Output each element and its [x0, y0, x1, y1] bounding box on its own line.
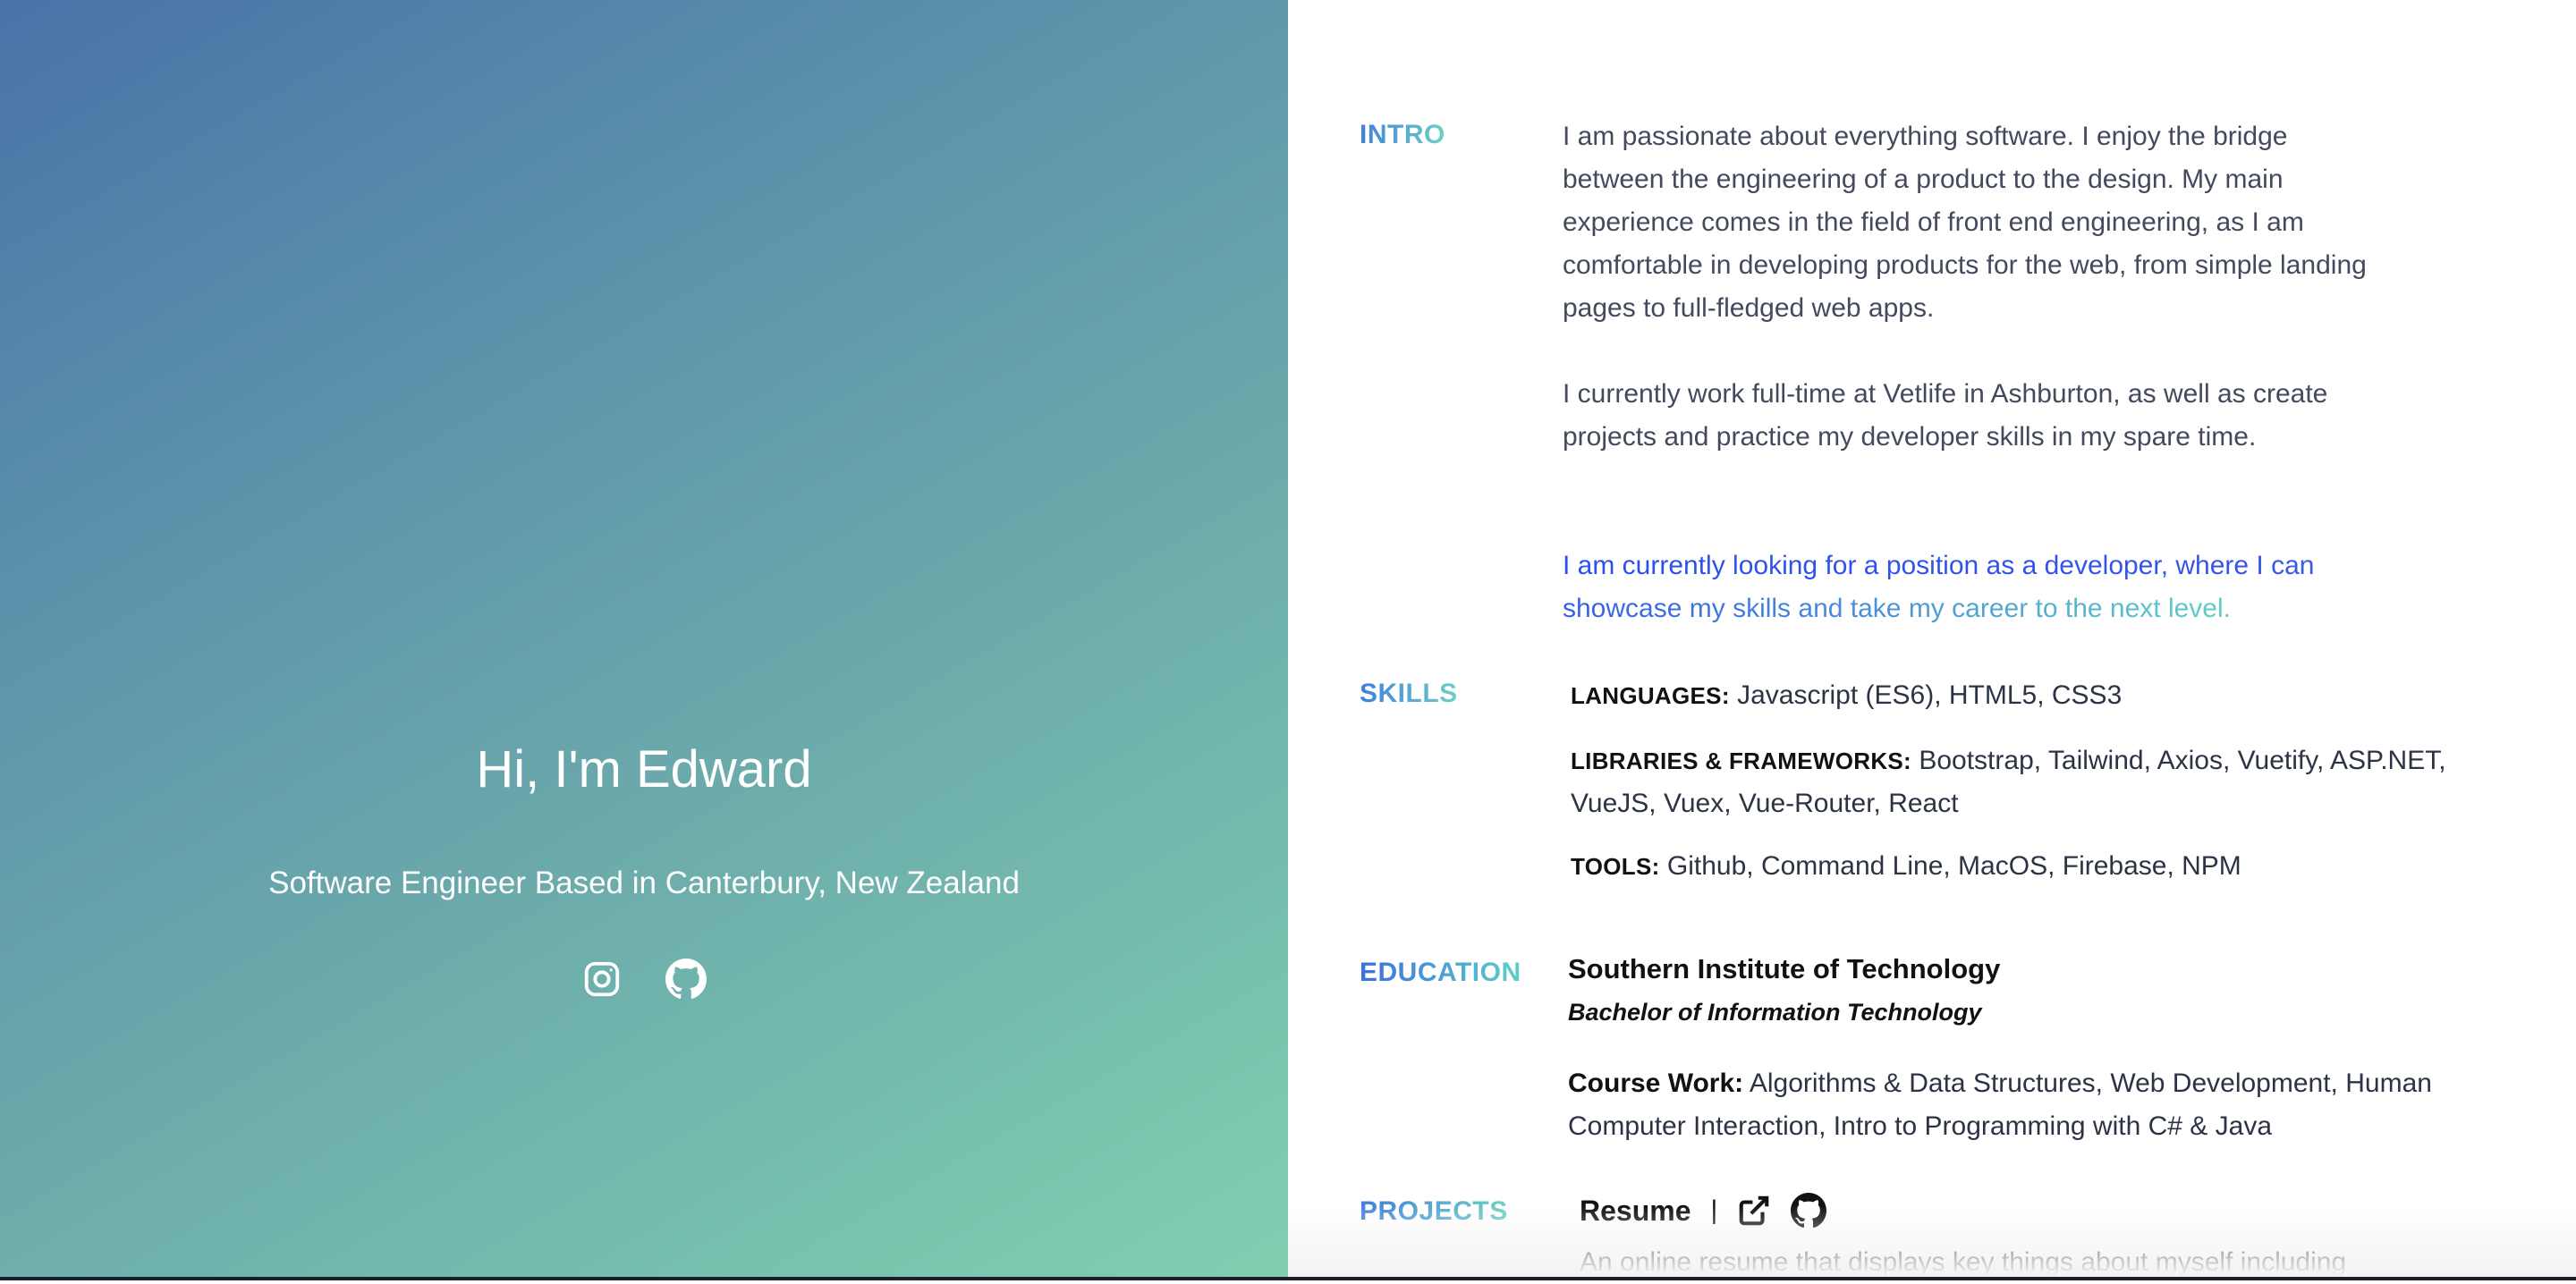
- skill-value: Github, Command Line, MacOS, Firebase, N…: [1666, 851, 2241, 881]
- skill-title: LANGUAGES:: [1571, 682, 1730, 709]
- intro-label: INTRO: [1360, 120, 1445, 149]
- skill-title: TOOLS:: [1571, 853, 1660, 880]
- skill-row: TOOLS: Github, Command Line, MacOS, Fire…: [1571, 845, 2537, 888]
- school-name: Southern Institute of Technology: [1568, 953, 2001, 984]
- social-links: [0, 959, 1288, 1000]
- intro-paragraph: I am passionate about everything softwar…: [1563, 122, 2367, 323]
- project-github-link[interactable]: [1791, 1193, 1827, 1229]
- external-link-icon: [1739, 1195, 1769, 1226]
- github-icon: [1791, 1193, 1827, 1229]
- education-label: EDUCATION: [1360, 958, 1521, 987]
- project-live-link[interactable]: [1737, 1194, 1771, 1228]
- degree: Bachelor of Information Technology: [1568, 999, 1982, 1026]
- projects-label: PROJECTS: [1360, 1196, 1508, 1226]
- skill-value: Javascript (ES6), HTML5, CSS3: [1737, 680, 2123, 710]
- skill-title: LIBRARIES & FRAMEWORKS:: [1571, 748, 1911, 774]
- instagram-link[interactable]: [581, 959, 623, 1000]
- github-link[interactable]: [665, 959, 707, 1000]
- coursework-title: Course Work:: [1568, 1069, 1744, 1098]
- project-name: Resume: [1580, 1194, 1691, 1227]
- skill-row: LANGUAGES: Javascript (ES6), HTML5, CSS3: [1571, 674, 2537, 717]
- coursework: Course Work: Algorithms & Data Structure…: [1568, 1062, 2543, 1148]
- hero-subtitle: Software Engineer Based in Canterbury, N…: [268, 866, 1020, 900]
- separator: |: [1710, 1195, 1718, 1225]
- intro-callout: I am currently looking for a position as…: [1563, 551, 2315, 623]
- project-header: Resume |: [1580, 1193, 1827, 1229]
- skills-label: SKILLS: [1360, 679, 1458, 708]
- skill-row: LIBRARIES & FRAMEWORKS: Bootstrap, Tailw…: [1571, 739, 2537, 825]
- intro-paragraph: I currently work full-time at Vetlife in…: [1563, 379, 2328, 452]
- github-icon: [665, 959, 707, 999]
- window-bottom-edge: [0, 1277, 2576, 1280]
- hero-title: Hi, I'm Edward: [476, 740, 812, 798]
- hero-panel: Hi, I'm Edward Software Engineer Based i…: [0, 0, 1288, 1277]
- content-panel: INTRO I am passionate about everything s…: [1288, 0, 2576, 1277]
- instagram-icon: [584, 961, 620, 997]
